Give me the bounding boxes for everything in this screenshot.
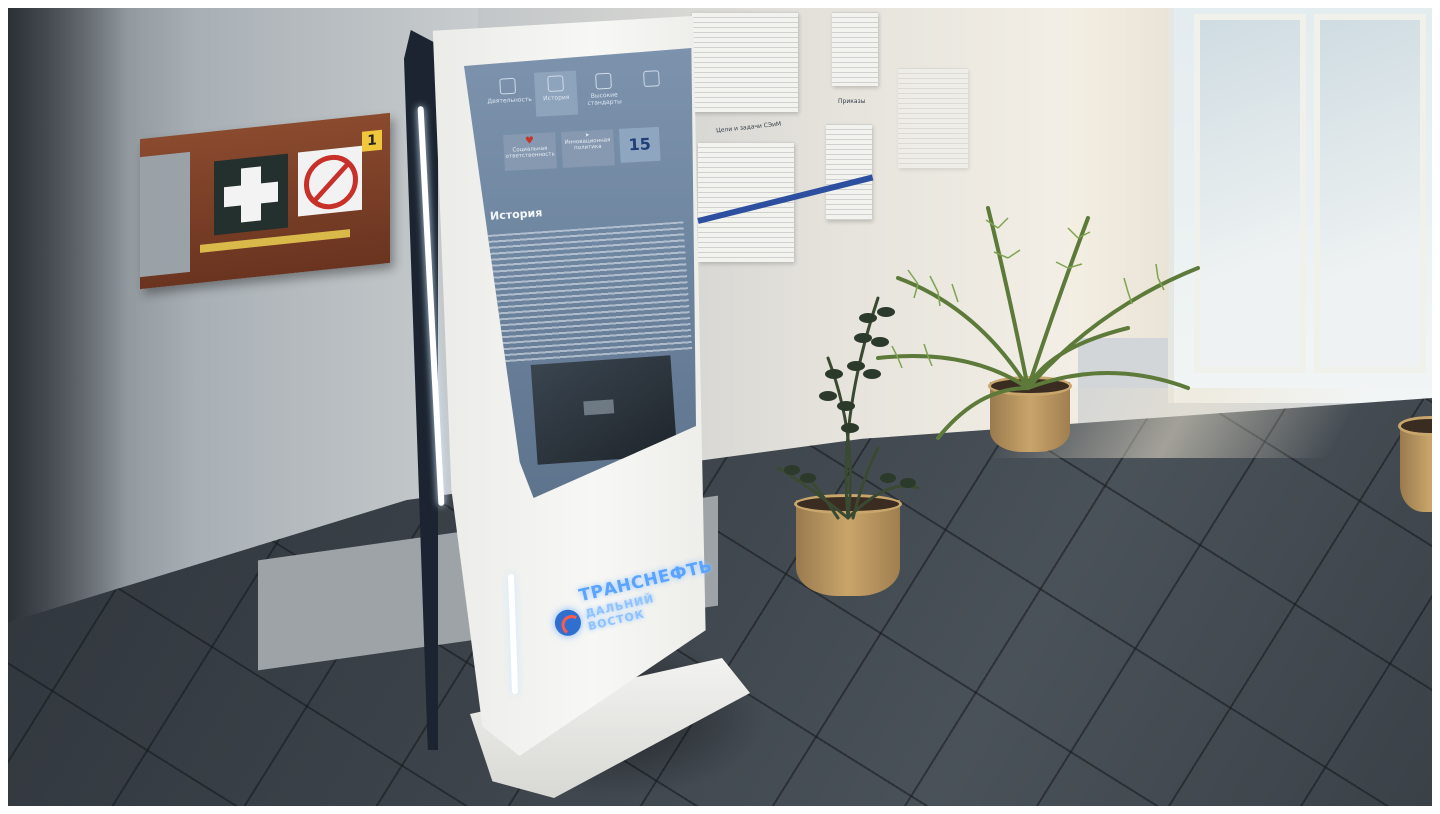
screen-title: История — [489, 206, 543, 223]
nav-label: Инновационная политика — [564, 137, 611, 152]
nav-item-innovation[interactable]: ➤ Инновационная политика — [561, 129, 615, 168]
notice-paper — [898, 68, 968, 168]
logo-mark-icon — [552, 607, 584, 639]
photo-frame: 1 Цели и задачи СЭиМ Приказы Деятельност… — [8, 8, 1432, 806]
screen-body-text — [487, 221, 693, 365]
zz-plant — [776, 296, 920, 520]
notice-paper — [692, 12, 798, 112]
nav-label: Социальная ответственность — [505, 145, 555, 160]
nav-item-documents[interactable] — [630, 66, 674, 112]
nav-item-history[interactable]: История — [533, 70, 579, 117]
home-icon — [595, 72, 612, 90]
nav-item-social[interactable]: ♥ Социальная ответственность — [503, 132, 557, 171]
prohibition-sign-icon — [298, 145, 362, 217]
aid-box-number: 1 — [362, 129, 382, 152]
nav-item-standards[interactable]: Высокие стандарты — [582, 68, 626, 114]
edge-pot — [1398, 416, 1432, 512]
nav-label: Деятельность — [487, 95, 533, 106]
first-aid-cross-icon — [214, 153, 288, 236]
anniversary-badge: 15 — [618, 126, 661, 163]
screen-nav-secondary: ♥ Социальная ответственность ➤ Инновацио… — [503, 125, 695, 175]
user-icon — [499, 77, 517, 95]
hourglass-icon — [547, 75, 564, 93]
board-label-orders: Приказы — [838, 98, 866, 105]
nav-label: Высокие стандарты — [587, 91, 622, 108]
document-icon — [643, 70, 660, 88]
nav-label: История — [543, 93, 570, 103]
door-pane — [1314, 14, 1426, 373]
nav-item-activity[interactable]: Деятельность — [486, 73, 533, 119]
first-aid-box: 1 — [140, 112, 390, 290]
notice-paper — [832, 12, 878, 86]
aid-box-side — [140, 151, 190, 278]
